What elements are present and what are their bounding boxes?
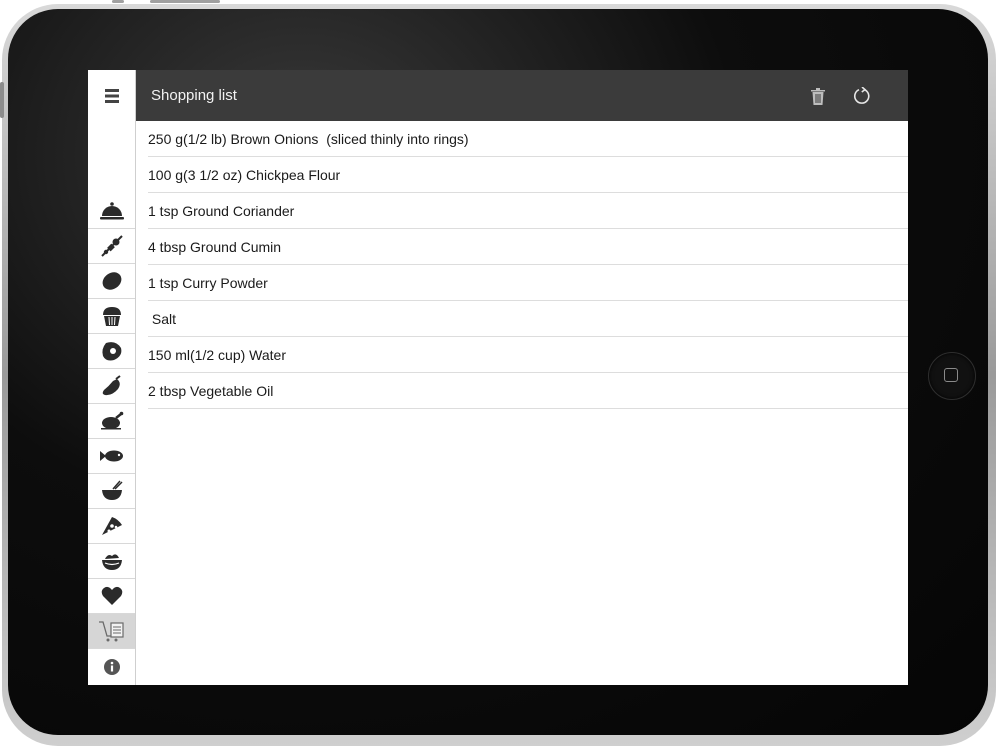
device-top-button <box>150 0 220 3</box>
category-item-meat[interactable] <box>88 334 135 369</box>
device-side-button <box>0 82 4 118</box>
category-item-potatoes[interactable] <box>88 264 135 299</box>
steak-icon <box>101 342 121 361</box>
list-item[interactable]: 1 tsp Ground Coriander <box>148 193 908 229</box>
list-item-text: Salt <box>148 311 177 327</box>
shopping-list: 250 g(1/2 lb) Brown Onions (sliced thinl… <box>136 121 908 409</box>
list-item-text: 1 tsp Curry Powder <box>148 275 268 291</box>
category-item-fish[interactable] <box>88 439 135 474</box>
list-item-text: 100 g(3 1/2 oz) Chickpea Flour <box>148 167 341 183</box>
list-item[interactable]: 100 g(3 1/2 oz) Chickpea Flour <box>148 157 908 193</box>
list-item[interactable]: 1 tsp Curry Powder <box>148 265 908 301</box>
list-item[interactable]: 2 tbsp Vegetable Oil <box>148 373 908 409</box>
refresh-icon <box>853 87 870 104</box>
eggplant-icon <box>102 375 121 396</box>
potato-icon <box>102 272 121 290</box>
trash-icon <box>811 87 825 105</box>
category-item-vegetables[interactable] <box>88 369 135 404</box>
category-item-soups[interactable] <box>88 474 135 509</box>
category-sidebar <box>88 70 136 685</box>
list-item[interactable]: Salt <box>148 301 908 337</box>
shopping-cart-list-icon <box>98 621 124 642</box>
fish-icon <box>99 450 123 462</box>
list-item-text: 1 tsp Ground Coriander <box>148 203 295 219</box>
home-button[interactable] <box>928 352 976 400</box>
list-item-text: 250 g(1/2 lb) Brown Onions (sliced thinl… <box>148 131 469 147</box>
hamburger-menu-icon <box>104 88 119 103</box>
category-item-salads[interactable] <box>88 544 135 579</box>
category-item-favorites[interactable] <box>88 579 135 614</box>
category-item-shopping-list[interactable] <box>88 614 135 649</box>
page-title: Shopping list <box>151 87 237 104</box>
category-item-main-dishes[interactable] <box>88 194 135 229</box>
heart-icon <box>101 586 122 605</box>
kebab-skewer-icon <box>100 235 123 257</box>
menu-button[interactable] <box>88 70 135 121</box>
cupcake-icon <box>102 307 121 326</box>
category-list <box>88 194 135 684</box>
device-top-button <box>112 0 124 3</box>
info-icon <box>103 658 120 675</box>
category-item-info[interactable] <box>88 649 135 684</box>
list-item[interactable]: 150 ml(1/2 cup) Water <box>148 337 908 373</box>
pizza-slice-icon <box>101 517 122 535</box>
category-item-grill[interactable] <box>88 229 135 264</box>
list-item-text: 4 tbsp Ground Cumin <box>148 239 282 255</box>
home-square-icon <box>944 368 958 382</box>
salad-bowl-icon <box>101 554 122 570</box>
roast-chicken-icon <box>100 411 123 430</box>
list-item-text: 150 ml(1/2 cup) Water <box>148 347 286 363</box>
category-item-poultry[interactable] <box>88 404 135 439</box>
list-item[interactable]: 250 g(1/2 lb) Brown Onions (sliced thinl… <box>148 121 908 157</box>
refresh-button[interactable] <box>850 84 874 108</box>
delete-button[interactable] <box>806 84 830 108</box>
category-item-pizza[interactable] <box>88 509 135 544</box>
app-screen: Shopping list 250 g(1/2 lb) Brown Onions… <box>88 70 908 685</box>
app-header: Shopping list <box>136 70 908 121</box>
list-item-text: 2 tbsp Vegetable Oil <box>148 383 274 399</box>
category-item-desserts[interactable] <box>88 299 135 334</box>
noodle-bowl-icon <box>101 480 123 500</box>
cloche-icon <box>99 202 124 220</box>
list-item[interactable]: 4 tbsp Ground Cumin <box>148 229 908 265</box>
